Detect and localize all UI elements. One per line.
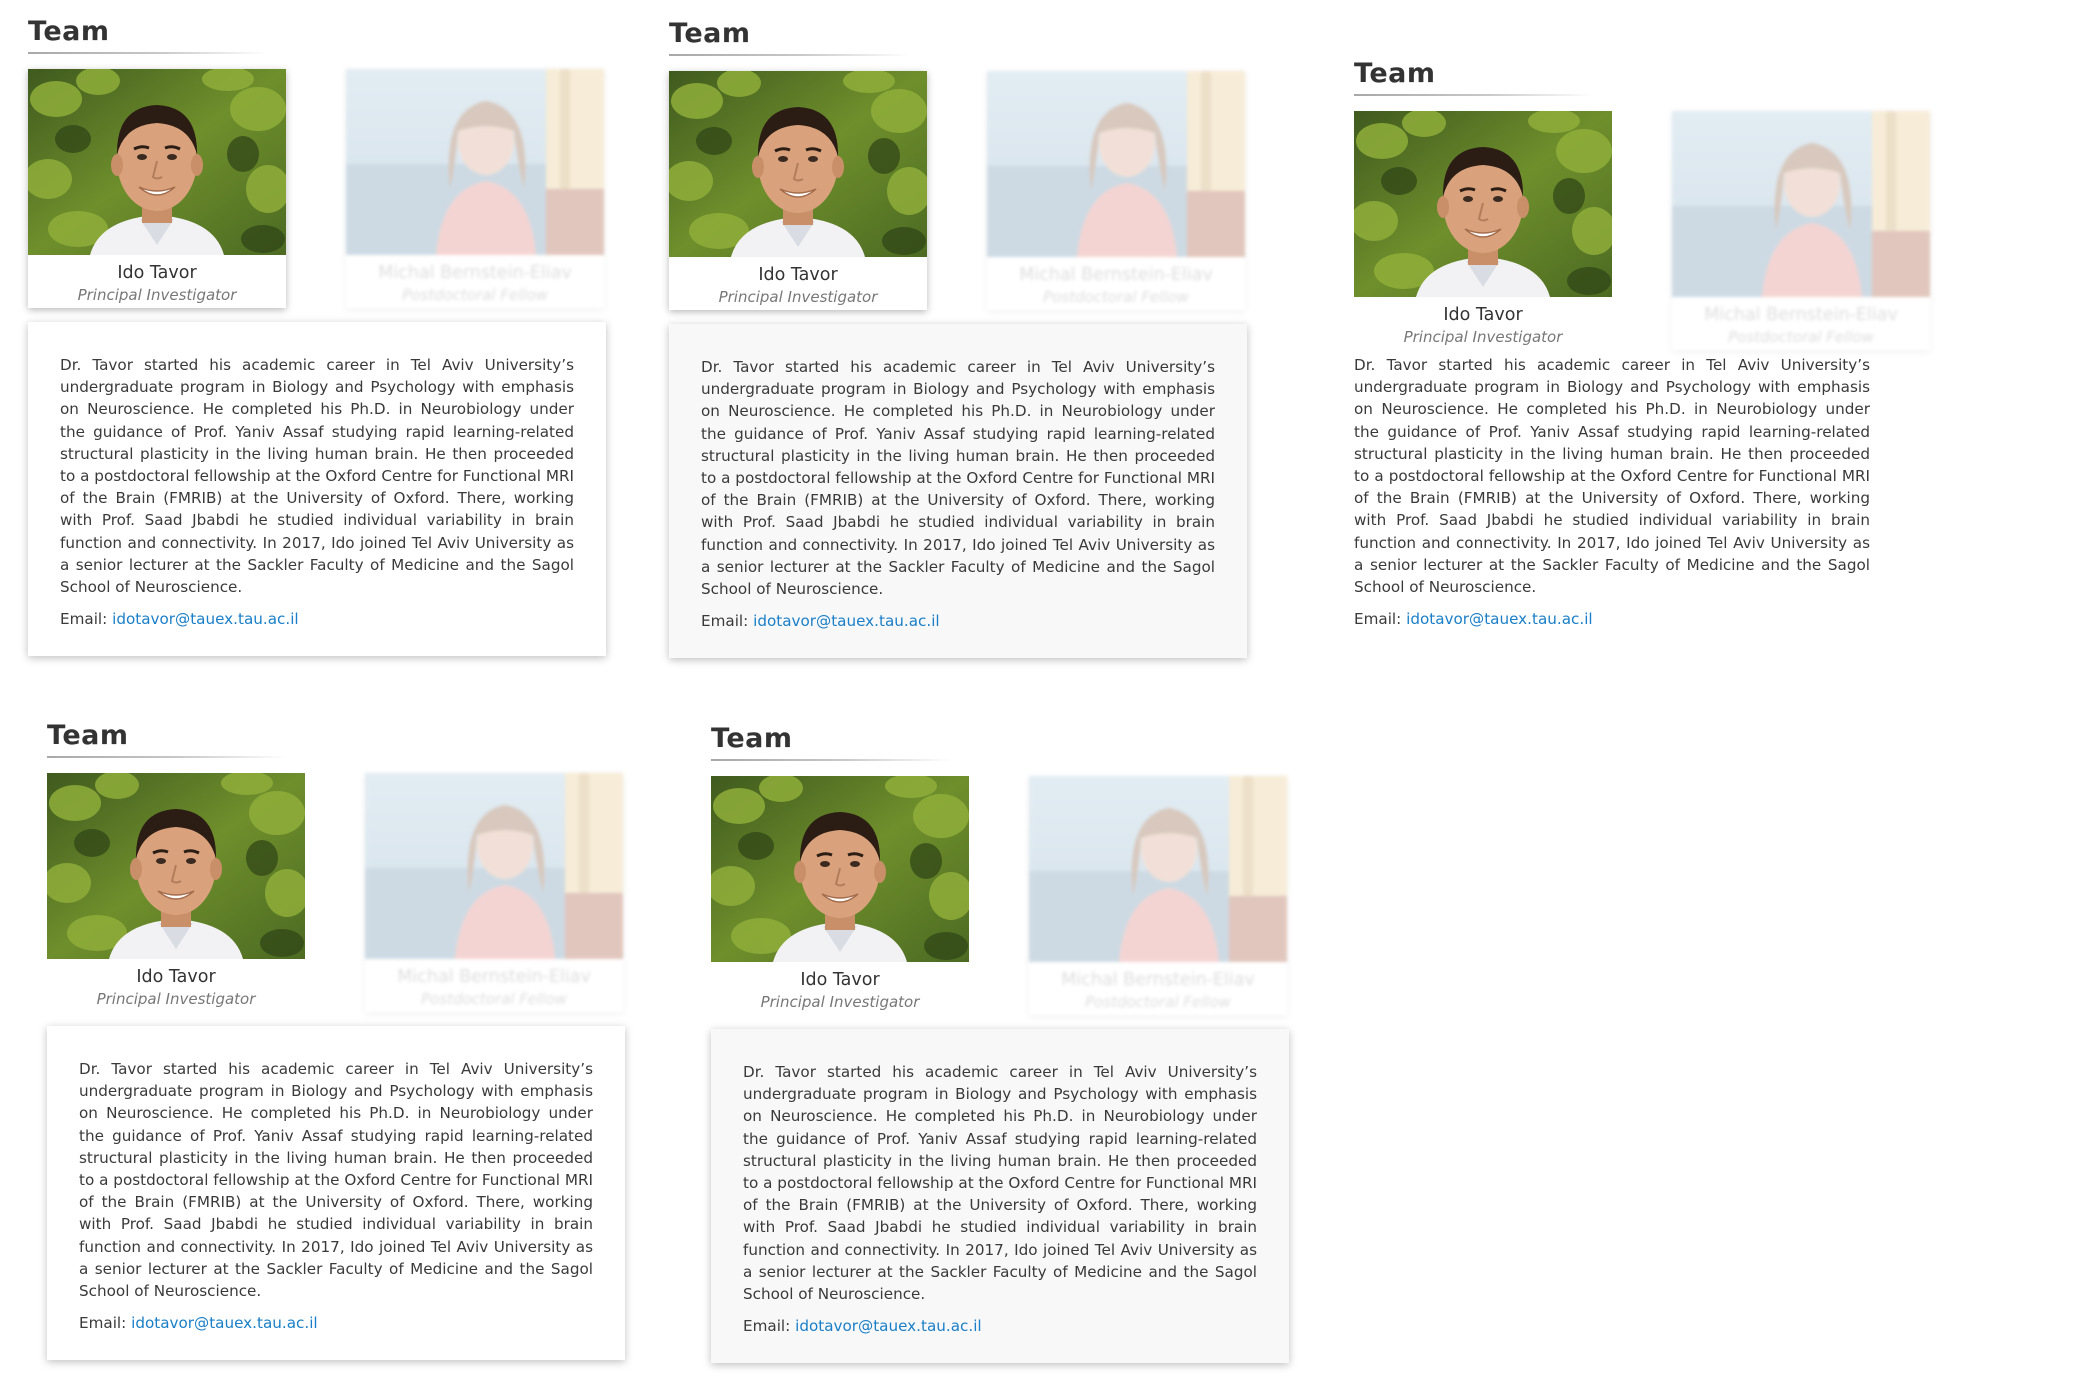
- member-card-michal-bernstein-eliav[interactable]: Michal Bernstein-Eliav Postdoctoral Fell…: [987, 71, 1245, 310]
- bio-text: Dr. Tavor started his academic career in…: [60, 356, 574, 597]
- portrait-woman-photo: [1672, 111, 1930, 297]
- member-name: Michal Bernstein-Eliav: [1061, 970, 1255, 990]
- title-underline: [1354, 94, 1594, 96]
- team-variant-4: Team Ido Tavor Principal Investigator Mi…: [47, 720, 647, 1400]
- section-title: Team: [1354, 58, 1436, 89]
- email-label: Email:: [79, 1314, 127, 1333]
- portrait-man-photo: [669, 71, 927, 257]
- email-line: Email: idotavor@tauex.tau.ac.il: [60, 608, 574, 630]
- bio-card: Dr. Tavor started his academic career in…: [1354, 354, 1870, 630]
- design-variants-canvas: Team Ido Tavor Principal Investigator Mi…: [0, 0, 2100, 1400]
- team-variant-5: Team Ido Tavor Principal Investigator Mi…: [711, 723, 1311, 1400]
- member-card-ido-tavor[interactable]: Ido Tavor Principal Investigator: [711, 776, 969, 1015]
- email-link[interactable]: idotavor@tauex.tau.ac.il: [753, 612, 940, 630]
- section-title: Team: [711, 723, 793, 754]
- section-title: Team: [669, 18, 751, 49]
- bio-card: Dr. Tavor started his academic career in…: [28, 322, 606, 657]
- member-role: Postdoctoral Fellow: [1043, 288, 1189, 306]
- member-card-ido-tavor[interactable]: Ido Tavor Principal Investigator: [1354, 111, 1612, 350]
- member-name: Ido Tavor: [800, 970, 880, 990]
- title-underline: [711, 759, 951, 761]
- member-role: Postdoctoral Fellow: [1728, 328, 1874, 346]
- email-label: Email:: [701, 612, 749, 631]
- member-name: Ido Tavor: [136, 967, 216, 987]
- member-role: Postdoctoral Fellow: [1085, 993, 1231, 1011]
- email-link[interactable]: idotavor@tauex.tau.ac.il: [795, 1317, 982, 1335]
- email-link[interactable]: idotavor@tauex.tau.ac.il: [1406, 610, 1593, 628]
- title-underline: [28, 52, 268, 54]
- member-role: Principal Investigator: [760, 993, 920, 1011]
- member-card-michal-bernstein-eliav[interactable]: Michal Bernstein-Eliav Postdoctoral Fell…: [365, 773, 623, 1012]
- member-card-michal-bernstein-eliav[interactable]: Michal Bernstein-Eliav Postdoctoral Fell…: [1672, 111, 1930, 350]
- member-name: Michal Bernstein-Eliav: [397, 967, 591, 987]
- bio-card: Dr. Tavor started his academic career in…: [669, 324, 1247, 659]
- email-line: Email: idotavor@tauex.tau.ac.il: [1354, 608, 1870, 630]
- bio-text: Dr. Tavor started his academic career in…: [743, 1063, 1257, 1304]
- email-link[interactable]: idotavor@tauex.tau.ac.il: [112, 610, 299, 628]
- email-label: Email:: [743, 1317, 791, 1336]
- bio-text: Dr. Tavor started his academic career in…: [1354, 356, 1870, 597]
- member-role: Postdoctoral Fellow: [421, 990, 567, 1008]
- member-role: Principal Investigator: [718, 288, 878, 306]
- email-link[interactable]: idotavor@tauex.tau.ac.il: [131, 1314, 318, 1332]
- portrait-woman-photo: [365, 773, 623, 959]
- member-card-michal-bernstein-eliav[interactable]: Michal Bernstein-Eliav Postdoctoral Fell…: [1029, 776, 1287, 1015]
- member-name: Michal Bernstein-Eliav: [1019, 265, 1213, 285]
- portrait-woman-photo: [1029, 776, 1287, 962]
- portrait-woman-photo: [346, 69, 604, 255]
- portrait-woman-photo: [987, 71, 1245, 257]
- email-line: Email: idotavor@tauex.tau.ac.il: [701, 610, 1215, 632]
- bio-card: Dr. Tavor started his academic career in…: [47, 1026, 625, 1361]
- member-name: Michal Bernstein-Eliav: [1704, 305, 1898, 325]
- member-name: Michal Bernstein-Eliav: [378, 263, 572, 283]
- bio-text: Dr. Tavor started his academic career in…: [79, 1060, 593, 1301]
- section-title: Team: [28, 16, 110, 47]
- member-role: Principal Investigator: [96, 990, 256, 1008]
- email-label: Email:: [1354, 610, 1402, 629]
- member-name: Ido Tavor: [117, 263, 197, 283]
- email-line: Email: idotavor@tauex.tau.ac.il: [743, 1315, 1257, 1337]
- member-name: Ido Tavor: [758, 265, 838, 285]
- title-underline: [669, 54, 909, 56]
- email-label: Email:: [60, 610, 108, 629]
- member-role: Principal Investigator: [77, 286, 237, 304]
- member-name: Ido Tavor: [1443, 305, 1523, 325]
- title-underline: [47, 756, 287, 758]
- portrait-man-photo: [1354, 111, 1612, 297]
- bio-text: Dr. Tavor started his academic career in…: [701, 358, 1215, 599]
- team-variant-1: Team Ido Tavor Principal Investigator Mi…: [28, 16, 628, 696]
- member-role: Principal Investigator: [1403, 328, 1563, 346]
- member-card-ido-tavor[interactable]: Ido Tavor Principal Investigator: [669, 71, 927, 310]
- member-card-ido-tavor[interactable]: Ido Tavor Principal Investigator: [28, 69, 286, 308]
- portrait-man-photo: [47, 773, 305, 959]
- section-title: Team: [47, 720, 129, 751]
- team-variant-3: Team Ido Tavor Principal Investigator Mi…: [1354, 58, 1954, 738]
- email-line: Email: idotavor@tauex.tau.ac.il: [79, 1312, 593, 1334]
- team-variant-2: Team Ido Tavor Principal Investigator Mi…: [669, 18, 1269, 698]
- member-role: Postdoctoral Fellow: [402, 286, 548, 304]
- portrait-man-photo: [711, 776, 969, 962]
- member-card-michal-bernstein-eliav[interactable]: Michal Bernstein-Eliav Postdoctoral Fell…: [346, 69, 604, 308]
- member-card-ido-tavor[interactable]: Ido Tavor Principal Investigator: [47, 773, 305, 1012]
- portrait-man-photo: [28, 69, 286, 255]
- bio-card: Dr. Tavor started his academic career in…: [711, 1029, 1289, 1364]
